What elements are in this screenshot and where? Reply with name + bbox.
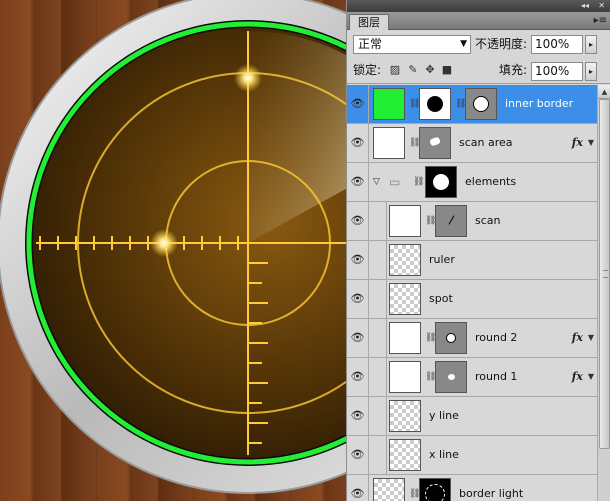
layer-mask-thumbnail[interactable] (419, 478, 451, 501)
layer-row-scan[interactable]: 👁 ⛓ scan (347, 202, 597, 241)
opacity-label: 不透明度: (475, 37, 528, 51)
layer-row-border-light[interactable]: 👁 ⛓ border light (347, 475, 597, 501)
eye-icon[interactable]: 👁 (347, 202, 369, 240)
eye-icon[interactable]: 👁 (347, 436, 369, 474)
eye-icon[interactable]: 👁 (347, 163, 369, 201)
close-panel-icon[interactable]: ✕ (598, 0, 605, 12)
blend-mode-value: 正常 (358, 37, 383, 51)
fx-icon[interactable]: fx (572, 319, 583, 357)
layer-name[interactable]: spot (429, 280, 453, 318)
collapse-icon[interactable]: ◂◂ (581, 0, 589, 12)
folder-icon: ▭ (389, 175, 401, 189)
scroll-up-icon[interactable]: ▲ (598, 85, 610, 99)
layer-row-elements-group[interactable]: 👁 ▽ ▭ ⛓ elements (347, 163, 597, 202)
spot (150, 229, 178, 257)
chain-link-icon[interactable]: ⛓ (425, 215, 436, 227)
layer-thumbnail (373, 88, 405, 120)
blend-mode-select[interactable]: 正常 ▼ (353, 35, 471, 54)
layers-panel: ◂◂ ✕ 图层 ▸≡ 正常 ▼ 不透明度: 100% ▸ 锁定: ▨ ✎ ✥ ■… (346, 0, 610, 501)
layer-thumbnail (373, 478, 405, 501)
eye-icon[interactable]: 👁 (347, 85, 369, 123)
layer-name[interactable]: ruler (429, 241, 455, 279)
chain-link-icon[interactable]: ⛓ (409, 98, 420, 110)
layer-row-scan-area[interactable]: 👁 ⛓ scan area fx ▼ (347, 124, 597, 163)
layer-name[interactable]: round 2 (475, 319, 517, 357)
vector-mask-thumbnail[interactable] (465, 88, 497, 120)
scrollbar-thumb[interactable] (599, 99, 610, 449)
layer-name[interactable]: y line (429, 397, 459, 435)
panel-title-strip: ◂◂ ✕ (347, 0, 610, 12)
layer-name[interactable]: scan (475, 202, 501, 240)
layer-thumbnail (389, 283, 421, 315)
chain-link-icon[interactable]: ⛓ (425, 332, 436, 344)
layer-row-ruler[interactable]: 👁 ruler (347, 241, 597, 280)
layer-thumbnail (373, 127, 405, 159)
chain-link-icon[interactable]: ⛓ (425, 371, 436, 383)
lock-image-icon[interactable]: ✎ (407, 64, 419, 76)
layer-name[interactable]: scan area (459, 124, 513, 162)
opacity-input[interactable]: 100% (531, 35, 583, 54)
blend-row: 正常 ▼ 不透明度: 100% ▸ (347, 31, 610, 57)
layer-thumbnail (389, 322, 421, 354)
layers-scrollbar[interactable]: ▲ (597, 85, 610, 501)
eye-icon[interactable]: 👁 (347, 124, 369, 162)
chevron-down-icon[interactable]: ▼ (588, 124, 594, 162)
chevron-down-icon[interactable]: ▼ (588, 319, 594, 357)
tab-bar: 图层 ▸≡ (347, 12, 610, 30)
fill-input[interactable]: 100% (531, 62, 583, 81)
lock-position-icon[interactable]: ✥ (424, 64, 436, 76)
layer-thumbnail (389, 361, 421, 393)
fx-icon[interactable]: fx (572, 358, 583, 396)
lock-all-icon[interactable]: ■ (441, 64, 453, 76)
radar-artwork (0, 0, 346, 494)
chain-link-icon[interactable]: ⛓ (413, 176, 424, 188)
tab-layers[interactable]: 图层 (349, 14, 389, 30)
eye-icon[interactable]: 👁 (347, 241, 369, 279)
chain-link-icon[interactable]: ⛓ (455, 98, 466, 110)
layer-thumbnail (389, 400, 421, 432)
layer-thumbnail (389, 439, 421, 471)
fx-icon[interactable]: fx (572, 124, 583, 162)
chevron-down-icon[interactable]: ▼ (588, 358, 594, 396)
layer-thumbnail (389, 205, 421, 237)
layers-list: 👁 ⛓ ⛓ inner border 👁 ⛓ scan area fx ▼ 👁 … (347, 85, 597, 501)
chevron-down-icon: ▼ (460, 39, 467, 49)
layer-row-x-line[interactable]: 👁 x line (347, 436, 597, 475)
layer-name[interactable]: border light (459, 475, 523, 501)
layer-thumbnail (389, 244, 421, 276)
layer-mask-thumbnail[interactable] (419, 88, 451, 120)
layer-name[interactable]: elements (465, 163, 516, 201)
opacity-slider-button[interactable]: ▸ (585, 35, 597, 54)
vector-mask-thumbnail[interactable] (435, 361, 467, 393)
layer-row-round-1[interactable]: 👁 ⛓ round 1 fx ▼ (347, 358, 597, 397)
layer-row-spot[interactable]: 👁 spot (347, 280, 597, 319)
expand-triangle-icon[interactable]: ▽ (373, 163, 380, 201)
layer-row-inner-border[interactable]: 👁 ⛓ ⛓ inner border (347, 85, 597, 124)
panel-menu-icon[interactable]: ▸≡ (594, 13, 607, 29)
lock-label: 锁定: (353, 63, 382, 77)
fill-slider-button[interactable]: ▸ (585, 62, 597, 81)
eye-icon[interactable]: 👁 (347, 475, 369, 501)
eye-icon[interactable]: 👁 (347, 319, 369, 357)
layer-name[interactable]: round 1 (475, 358, 517, 396)
eye-icon[interactable]: 👁 (347, 280, 369, 318)
eye-icon[interactable]: 👁 (347, 358, 369, 396)
vector-mask-thumbnail[interactable] (419, 127, 451, 159)
vector-mask-thumbnail[interactable] (435, 322, 467, 354)
eye-icon[interactable]: 👁 (347, 397, 369, 435)
chain-link-icon[interactable]: ⛓ (409, 137, 420, 149)
layer-row-round-2[interactable]: 👁 ⛓ round 2 fx ▼ (347, 319, 597, 358)
vector-mask-thumbnail[interactable] (435, 205, 467, 237)
chain-link-icon[interactable]: ⛓ (409, 488, 420, 500)
layer-name[interactable]: x line (429, 436, 459, 474)
document-canvas[interactable] (0, 0, 346, 501)
lock-fill-row: 锁定: ▨ ✎ ✥ ■ 填充: 100% ▸ (347, 58, 610, 84)
spot-top (234, 64, 262, 92)
group-mask-thumbnail[interactable] (425, 166, 457, 198)
layer-name[interactable]: inner border (505, 85, 573, 123)
fill-label: 填充: (499, 63, 528, 77)
lock-transparent-icon[interactable]: ▨ (389, 64, 401, 76)
layer-row-y-line[interactable]: 👁 y line (347, 397, 597, 436)
